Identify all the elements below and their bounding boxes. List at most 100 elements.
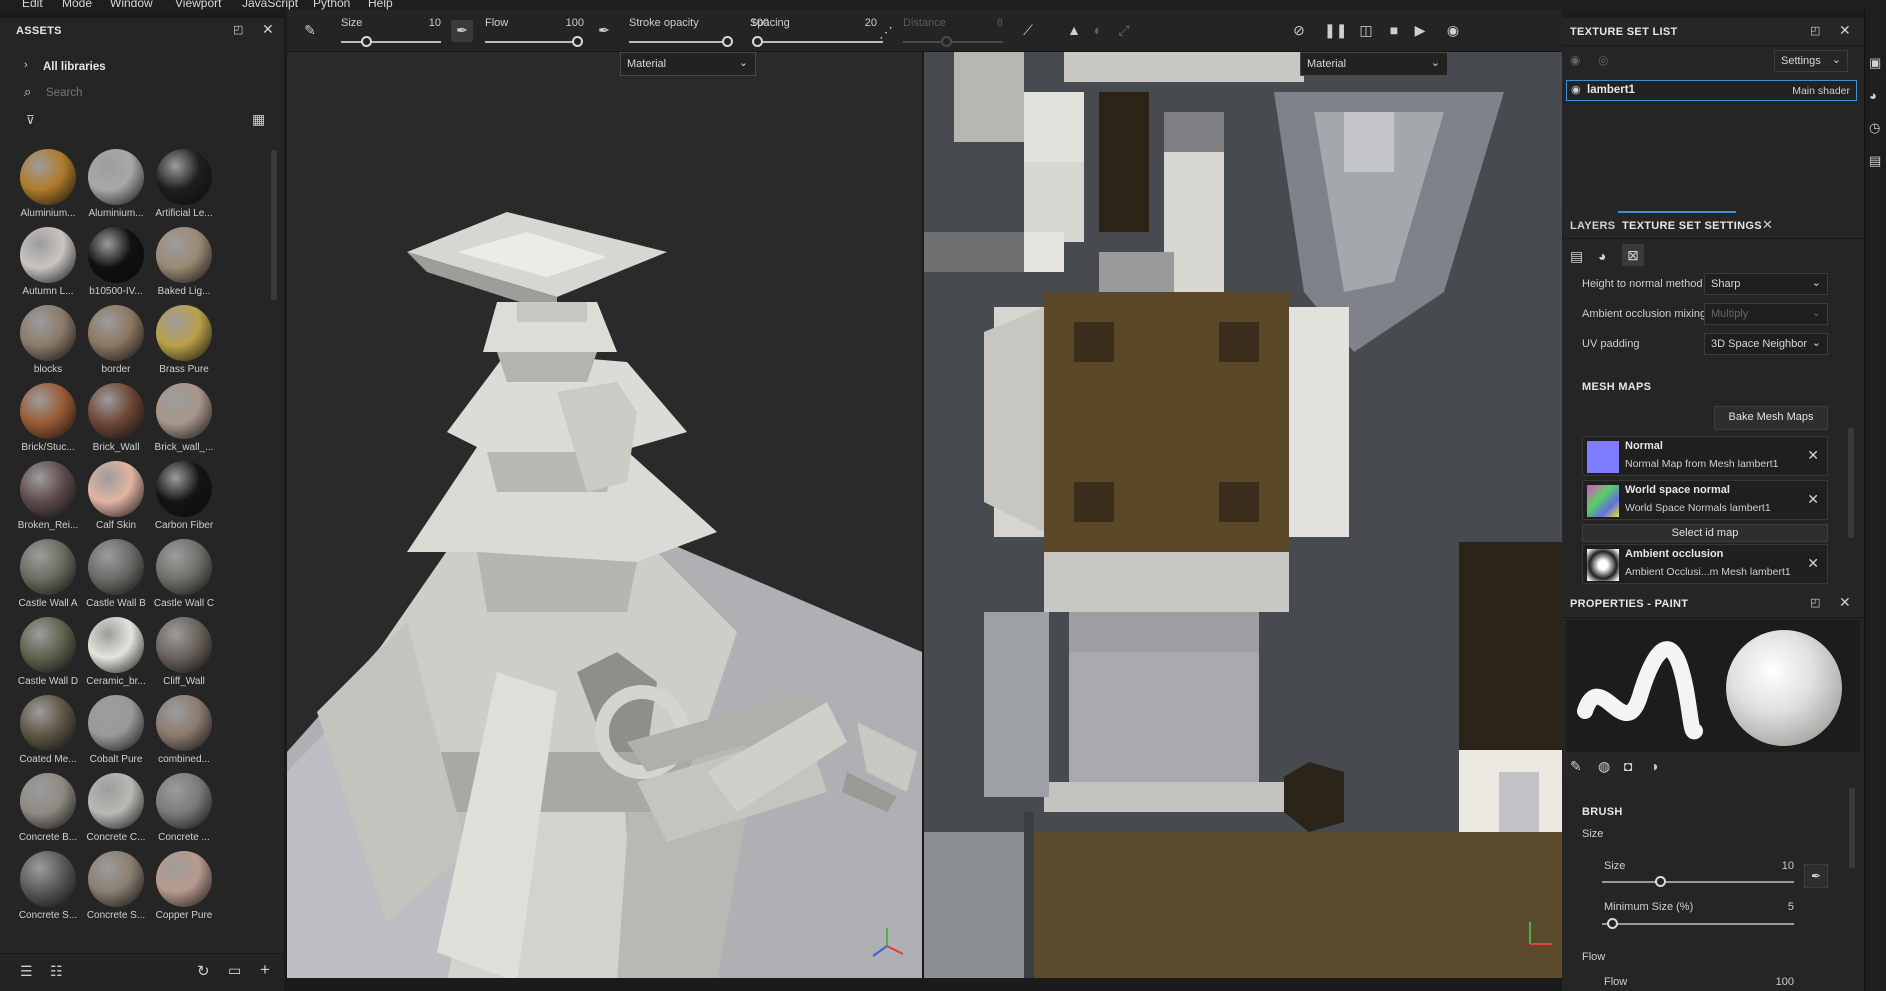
select-id-map-button[interactable]: Select id map — [1582, 524, 1828, 542]
assets-scrollbar[interactable] — [271, 150, 277, 300]
transform-icon[interactable]: ⤢ — [1113, 20, 1135, 42]
add-icon[interactable]: + — [260, 960, 270, 980]
menu-python[interactable]: Python — [313, 0, 350, 10]
asset-tile[interactable]: Concrete S... — [14, 851, 82, 927]
all-libraries-label[interactable]: All libraries — [43, 61, 106, 73]
alpha-tab-icon[interactable]: ◘ — [1624, 758, 1632, 774]
properties-scrollbar[interactable] — [1849, 788, 1855, 868]
asset-tile[interactable]: Castle Wall C — [150, 539, 218, 615]
camera-icon[interactable]: ▶ — [1409, 20, 1431, 42]
asset-tile[interactable]: Artificial Le... — [150, 149, 218, 225]
asset-tile[interactable]: Concrete B... — [14, 773, 82, 849]
remove-map-icon[interactable]: ✕ — [1807, 491, 1819, 508]
ao-mixing-dropdown[interactable]: Multiply ⌄ — [1704, 303, 1828, 325]
asset-tile[interactable]: Castle Wall B — [82, 539, 150, 615]
expand-chevron-icon[interactable]: › — [24, 59, 28, 71]
asset-tile[interactable]: Brick/Stuc... — [14, 383, 82, 459]
toolbar-size-slider[interactable] — [341, 41, 441, 43]
toolbar-flow-slider[interactable] — [485, 41, 577, 43]
asset-tile[interactable]: Autumn L... — [14, 227, 82, 303]
properties-close-icon[interactable]: ✕ — [1839, 594, 1851, 611]
visibility-toggle-icon[interactable]: ◎ — [1598, 53, 1608, 67]
settings-scrollbar[interactable] — [1848, 428, 1854, 538]
height-to-normal-dropdown[interactable]: Sharp ⌄ — [1704, 273, 1828, 295]
viewport-2d-uv[interactable]: Material ⌄ — [924, 52, 1562, 978]
undock-icon[interactable]: ◰ — [1810, 24, 1820, 37]
asset-tile[interactable]: Cliff_Wall — [150, 617, 218, 693]
asset-tile[interactable]: Coated Me... — [14, 695, 82, 771]
split-view-icon[interactable]: ◫ — [1355, 20, 1377, 42]
menu-window[interactable]: Window — [110, 0, 153, 10]
brush-preset-icon[interactable]: ✎ — [299, 20, 321, 42]
asset-tile[interactable]: Baked Lig... — [150, 227, 218, 303]
viewport3d-channel-dropdown[interactable]: Material ⌄ — [620, 52, 756, 76]
material-tab-icon[interactable]: ◍ — [1598, 758, 1610, 775]
grid-view-icon[interactable]: ▦ — [252, 111, 265, 128]
environment-icon[interactable]: ◕ — [1869, 88, 1877, 103]
menu-javascript[interactable]: JavaScript — [242, 0, 298, 10]
asset-tile[interactable]: Castle Wall A — [14, 539, 82, 615]
asset-tile[interactable]: Cobalt Pure — [82, 695, 150, 771]
log-icon[interactable]: ▤ — [1869, 153, 1881, 169]
asset-tile[interactable]: Aluminium... — [14, 149, 82, 225]
toolbar-size-knob[interactable] — [361, 36, 372, 47]
flow-pen-pressure-icon[interactable]: ✒ — [451, 20, 473, 42]
asset-tile[interactable]: border — [82, 305, 150, 381]
asset-tile[interactable]: Castle Wall D — [14, 617, 82, 693]
bake-mesh-maps-button[interactable]: Bake Mesh Maps — [1714, 406, 1828, 430]
texture-set-icon[interactable]: ▤ — [1570, 248, 1583, 265]
stencil-tab-icon[interactable]: ◑ — [1650, 758, 1658, 774]
import-icon[interactable]: ☰ — [20, 963, 33, 980]
toolbar-stroke-opacity-knob[interactable] — [722, 36, 733, 47]
screenshot-icon[interactable]: ◉ — [1442, 20, 1464, 42]
undock-icon[interactable]: ◰ — [1810, 596, 1820, 609]
asset-tile[interactable]: Brick_Wall — [82, 383, 150, 459]
history-icon[interactable]: ◷ — [1869, 120, 1880, 136]
assets-search-input[interactable] — [46, 84, 266, 102]
symmetry-icon[interactable]: ▲ — [1063, 20, 1085, 42]
asset-tile[interactable]: Ceramic_br... — [82, 617, 150, 693]
symmetry-options-icon[interactable]: ◐ — [1087, 20, 1109, 42]
assets-undock-icon[interactable]: ◰ — [233, 23, 243, 36]
refresh-icon[interactable]: ↻ — [197, 962, 210, 980]
brush-tab-icon[interactable]: ✎ — [1570, 758, 1582, 775]
assets-close-icon[interactable]: ✕ — [262, 21, 274, 38]
min-size-slider[interactable] — [1602, 923, 1794, 925]
asset-tile[interactable]: Concrete ... — [150, 773, 218, 849]
brush-size-knob[interactable] — [1654, 876, 1666, 887]
menu-viewport[interactable]: Viewport — [175, 0, 221, 10]
min-size-knob[interactable] — [1606, 918, 1618, 929]
display-settings-icon[interactable]: ▣ — [1869, 55, 1881, 71]
pen-pressure-icon[interactable]: ✒ — [1804, 864, 1828, 888]
toolbar-spacing-slider[interactable] — [757, 41, 883, 43]
display-mode-icon[interactable]: ■ — [1383, 20, 1405, 42]
hide-icon[interactable]: ⊘ — [1288, 20, 1310, 42]
asset-tile[interactable]: Concrete C... — [82, 773, 150, 849]
asset-tile[interactable]: Brass Pure — [150, 305, 218, 381]
menu-edit[interactable]: Edit — [22, 0, 43, 10]
asset-tile[interactable]: Aluminium... — [82, 149, 150, 225]
mesh-map-normal[interactable]: Normal Normal Map from Mesh lambert1 ✕ — [1582, 436, 1828, 476]
asset-tile[interactable]: blocks — [14, 305, 82, 381]
lazy-mouse-icon[interactable]: ⋰ — [875, 22, 897, 44]
mesh-map-world-space-normal[interactable]: World space normal World Space Normals l… — [1582, 480, 1828, 520]
asset-tile[interactable]: b10500-IV... — [82, 227, 150, 303]
texture-set-list-close-icon[interactable]: ✕ — [1839, 22, 1851, 39]
toolbar-spacing-knob[interactable] — [752, 36, 763, 47]
asset-tile[interactable]: Calf Skin — [82, 461, 150, 537]
pause-icon[interactable]: ❚❚ — [1324, 20, 1347, 42]
toolbar-distance-knob[interactable] — [941, 36, 952, 47]
asset-tile[interactable]: combined... — [150, 695, 218, 771]
tab-layers[interactable]: LAYERS — [1570, 220, 1615, 232]
menu-mode[interactable]: Mode — [62, 0, 92, 10]
asset-tile[interactable]: Broken_Rei... — [14, 461, 82, 537]
asset-tile[interactable]: Brick_wall_... — [150, 383, 218, 459]
asset-tile[interactable]: Carbon Fiber — [150, 461, 218, 537]
tab-close-icon[interactable]: ✕ — [1762, 217, 1773, 233]
asset-tile[interactable]: Concrete S... — [82, 851, 150, 927]
texture-set-item[interactable]: ◉ lambert1 Main shader — [1566, 80, 1857, 101]
visibility-all-icon[interactable]: ◉ — [1570, 53, 1580, 67]
filter-icon[interactable]: ⊽ — [26, 113, 35, 127]
remove-map-icon[interactable]: ✕ — [1807, 447, 1819, 464]
uv-icon[interactable]: ⊠ — [1622, 244, 1644, 266]
